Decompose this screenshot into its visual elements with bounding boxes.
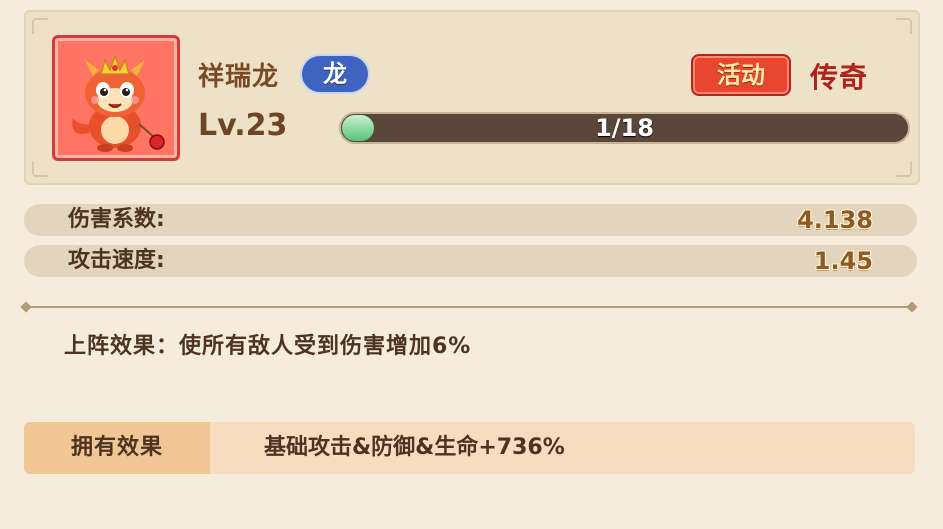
own-effect-value: 基础攻击&防御&生命+736% — [264, 435, 565, 460]
section-divider — [26, 306, 916, 308]
stat-label: 伤害系数: — [68, 207, 165, 232]
divider-ornament — [906, 301, 918, 313]
event-badge: 活动 — [691, 54, 791, 96]
corner-ornament — [896, 18, 912, 34]
deploy-effect-text: 上阵效果：使所有敌人受到伤害增加6% — [64, 334, 472, 359]
stat-value: 4.138 — [797, 206, 873, 234]
stat-label: 攻击速度: — [68, 248, 165, 273]
dragon-mascot-icon — [72, 53, 165, 152]
stat-row-attack-speed: 攻击速度: 1.45 — [24, 245, 917, 277]
hero-portrait[interactable] — [52, 35, 180, 161]
hero-type-badge: 龙 — [300, 54, 370, 94]
own-effect-row: 拥有效果 基础攻击&防御&生命+736% — [24, 422, 915, 474]
rarity-label: 传奇 — [810, 61, 869, 94]
hero-level: Lv.23 — [198, 108, 288, 143]
corner-ornament — [896, 161, 912, 177]
xp-progress-bar: 1/18 — [339, 112, 910, 144]
hero-name: 祥瑞龙 — [198, 62, 280, 92]
stat-row-damage: 伤害系数: 4.138 — [24, 204, 917, 236]
xp-progress-text: 1/18 — [595, 114, 654, 142]
own-effect-label: 拥有效果 — [24, 422, 210, 474]
corner-ornament — [32, 18, 48, 34]
stat-value: 1.45 — [813, 247, 873, 275]
divider-ornament — [20, 301, 32, 313]
corner-ornament — [32, 161, 48, 177]
